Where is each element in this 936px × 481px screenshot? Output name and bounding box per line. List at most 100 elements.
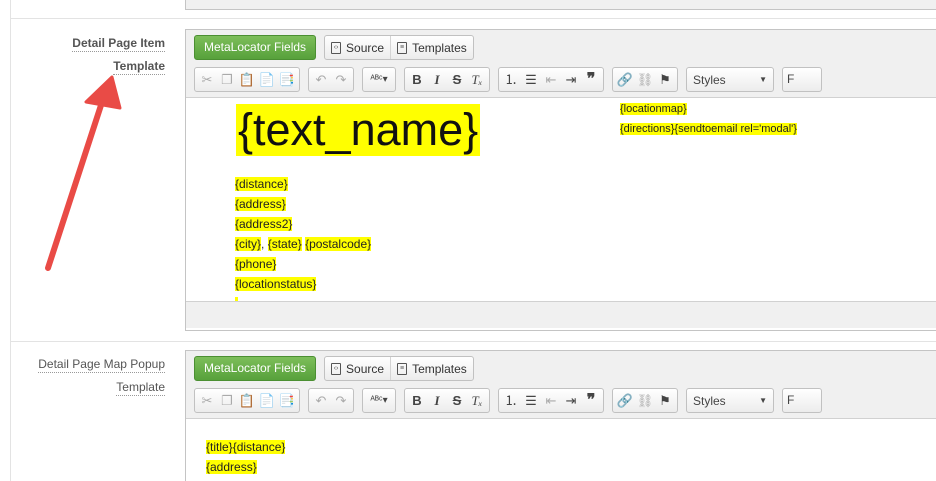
templates-icon: ≡ [397,362,408,375]
detail-page-map-popup-editor: MetaLocator Fields ‹› Source ≡ Templates ✂… [185,350,936,481]
source-templates-group: ‹› Source ≡ Templates [324,356,474,381]
arrow-head [84,75,122,110]
chevron-down-icon: ▼ [759,75,767,84]
unlink-icon[interactable]: ⛓ [635,69,655,90]
source-icon: ‹› [331,41,342,54]
paste-icon[interactable]: 📋 [237,69,257,90]
paste-word-icon[interactable]: 📑 [277,69,297,90]
content-line: {address} [206,460,257,474]
metalocator-fields-button[interactable]: MetaLocator Fields [194,35,317,60]
content-line: {address2} [235,217,293,231]
anchor-flag-icon[interactable]: ⚑ [655,390,675,411]
numbered-list-icon[interactable]: ⒈ [501,69,521,90]
remove-format-icon[interactable]: Tₓ [467,390,487,411]
italic-icon[interactable]: I [427,69,447,90]
templates-icon: ≡ [397,41,408,54]
content-line: {title}{distance} [206,440,286,454]
editor-toolbar: MetaLocator Fields ‹› Source ≡ Templates ✂… [186,351,936,419]
editor-toolbar: MetaLocator Fields ‹› Source ≡ Templates ✂… [186,30,936,98]
link-icon[interactable]: 🔗 [615,390,635,411]
metalocator-fields-button[interactable]: MetaLocator Fields [194,356,317,381]
label-line-1: Detail Page Item [72,36,165,52]
redo-icon[interactable]: ↷ [331,390,351,411]
outdent-icon[interactable]: ⇤ [541,69,561,90]
styles-dropdown[interactable]: Styles ▼ [686,67,774,92]
numbered-list-icon[interactable]: ⒈ [501,390,521,411]
editor-content-area[interactable]: {text_name} {distance} {address} {addres… [186,98,936,301]
templates-label: Templates [412,361,467,376]
strikethrough-icon[interactable]: S [447,390,467,411]
source-button[interactable]: ‹› Source [325,357,392,380]
spellcheck-group: ᴬᴮᶜ▾ [362,388,396,413]
blockquote-icon[interactable]: ❞ [581,69,601,90]
city-state-line: {city}, {state} {postalcode} [235,237,372,251]
blockquote-icon[interactable]: ❞ [581,390,601,411]
unlink-icon[interactable]: ⛓ [635,390,655,411]
bulleted-list-icon[interactable]: ☰ [521,390,541,411]
format-dropdown[interactable]: F [782,67,822,92]
bold-icon[interactable]: B [407,390,427,411]
basic-styles-group: B I S Tₓ [404,388,490,413]
basic-styles-group: B I S Tₓ [404,67,490,92]
styles-label: Styles [693,393,726,408]
directions-tag: {directions}{sendtoemail rel='modal'} [620,123,797,135]
source-label: Source [346,361,385,376]
templates-button[interactable]: ≡ Templates [391,357,473,380]
templates-button[interactable]: ≡ Templates [391,36,473,59]
outdent-icon[interactable]: ⇤ [541,390,561,411]
chevron-down-icon: ▼ [759,396,767,405]
clipboard-group: ✂ ❐ 📋 📄 📑 [194,67,300,92]
copy-icon[interactable]: ❐ [217,69,237,90]
scissors-icon[interactable]: ✂ [197,390,217,411]
state-tag: {state} [267,237,302,251]
styles-dropdown[interactable]: Styles ▼ [686,388,774,413]
indent-icon[interactable]: ⇥ [561,390,581,411]
undo-redo-group: ↶ ↷ [308,67,354,92]
redo-icon[interactable]: ↷ [331,69,351,90]
bold-icon[interactable]: B [407,69,427,90]
editor-content-area[interactable]: {title}{distance} {address} [186,419,936,479]
spellcheck-icon[interactable]: ᴬᴮᶜ▾ [365,69,393,90]
scissors-icon[interactable]: ✂ [197,69,217,90]
text-name-tag: {text_name} [236,104,481,156]
paste-text-icon[interactable]: 📄 [257,69,277,90]
link-icon[interactable]: 🔗 [615,69,635,90]
spellcheck-group: ᴬᴮᶜ▾ [362,67,396,92]
bulleted-list-icon[interactable]: ☰ [521,69,541,90]
format-label: F [787,393,795,407]
links-group: 🔗 ⛓ ⚑ [612,67,678,92]
locationmap-tag: {locationmap} [620,103,687,115]
clipboard-group: ✂ ❐ 📋 📄 📑 [194,388,300,413]
detail-page-map-popup-template-label: Detail Page Map Popup Template [38,353,165,399]
paste-word-icon[interactable]: 📑 [277,390,297,411]
anchor-flag-icon[interactable]: ⚑ [655,69,675,90]
previous-editor-bottom [185,0,936,10]
strikethrough-icon[interactable]: S [447,69,467,90]
paragraph-group: ⒈ ☰ ⇤ ⇥ ❞ [498,388,604,413]
arrow-shaft [45,93,107,271]
content-line: {phone} [235,257,277,271]
page-left-border [10,0,11,481]
spellcheck-icon[interactable]: ᴬᴮᶜ▾ [365,390,393,411]
postalcode-tag: {postalcode} [305,237,372,251]
italic-icon[interactable]: I [427,390,447,411]
detail-page-item-template-label: Detail Page Item Template [72,32,165,78]
remove-format-icon[interactable]: Tₓ [467,69,487,90]
label-line-1: Detail Page Map Popup [38,357,165,373]
undo-redo-group: ↶ ↷ [308,388,354,413]
paste-text-icon[interactable]: 📄 [257,390,277,411]
undo-icon[interactable]: ↶ [311,69,331,90]
undo-icon[interactable]: ↶ [311,390,331,411]
editor-status-bar [186,301,936,328]
copy-icon[interactable]: ❐ [217,390,237,411]
styles-label: Styles [693,72,726,87]
paste-icon[interactable]: 📋 [237,390,257,411]
indent-icon[interactable]: ⇥ [561,69,581,90]
format-label: F [787,72,795,86]
format-dropdown[interactable]: F [782,388,822,413]
source-templates-group: ‹› Source ≡ Templates [324,35,474,60]
row-separator [10,341,936,342]
source-button[interactable]: ‹› Source [325,36,392,59]
templates-label: Templates [412,40,467,55]
row-separator [10,18,936,19]
